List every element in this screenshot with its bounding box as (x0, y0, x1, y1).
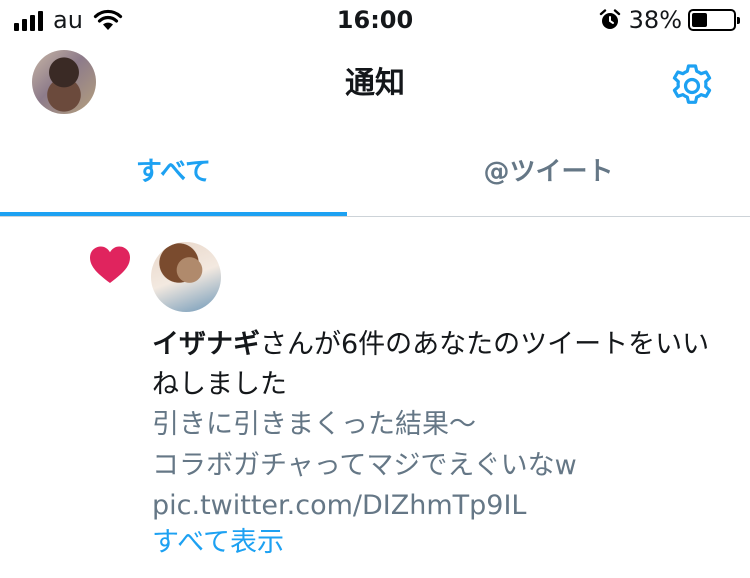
page-title: 通知 (345, 66, 405, 101)
tab-mentions[interactable]: @ツイート (347, 128, 750, 216)
battery-cap (737, 17, 740, 24)
navigation-header: 通知 (0, 44, 750, 128)
user-name[interactable]: イザナギ (152, 329, 260, 360)
user-avatar[interactable] (151, 242, 221, 312)
status-right: 38% (599, 6, 740, 34)
alarm-icon (599, 9, 620, 29)
notification-message: イザナギさんが6件のあなたのツイートをいいねしました (152, 325, 712, 405)
notification-item[interactable]: イザナギさんが6件のあなたのツイートをいいねしました 引きに引きまくった結果〜 … (0, 217, 750, 578)
heart-icon (90, 246, 130, 283)
selected-tab-indicator (0, 212, 347, 216)
battery-percent: 38% (628, 6, 682, 34)
notification-tabs: すべて @ツイート (0, 128, 750, 217)
tweet-link[interactable]: pic.twitter.com/DIZhmTp9IL (152, 486, 526, 526)
tab-all[interactable]: すべて (0, 128, 347, 216)
tweet-text-line: 引きに引きまくった結果〜 (152, 409, 476, 440)
show-all-link[interactable]: すべて表示 (152, 523, 284, 563)
battery-icon (688, 9, 740, 31)
status-bar: au 16:00 38% (0, 0, 750, 40)
tweet-text-line: コラボガチャってマジでえぐいなw (152, 450, 577, 481)
gear-icon[interactable] (668, 62, 716, 110)
battery-level-fill (692, 13, 707, 27)
